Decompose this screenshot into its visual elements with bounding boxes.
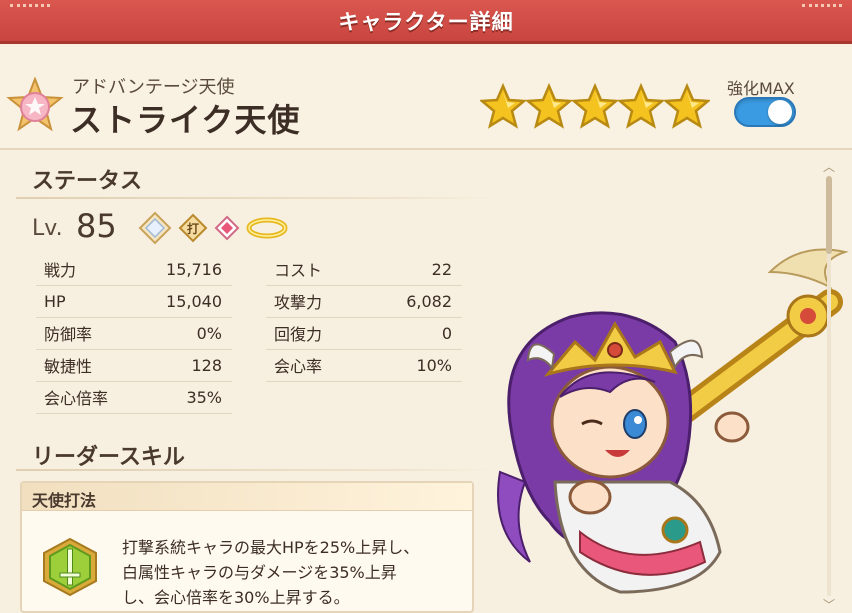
stat-row: コスト 22 [274, 253, 452, 285]
stat-row: 戦力 15,716 [44, 253, 222, 285]
stat-label: 敏捷性 [44, 357, 93, 376]
strike-type-icon: 打 [178, 213, 208, 243]
stat-label: 戦力 [44, 261, 77, 280]
header-decoration-left [10, 4, 50, 38]
level-label: Lv. [32, 216, 63, 241]
stat-value: 6,082 [406, 291, 452, 311]
character-title-area: アドバンテージ天使 ストライク天使 強化MAX [0, 47, 852, 150]
scrollbar[interactable]: ︿ ﹀ [822, 158, 836, 613]
hand [568, 479, 612, 515]
status-panel: ステータス Lv. 85 打 戦力 15,716 HP 15,040 防御率 0… [16, 153, 492, 613]
stat-row: 防御率 0% [44, 317, 222, 349]
pink-gem-icon [214, 215, 240, 241]
stat-label: HP [44, 291, 66, 311]
hand [714, 411, 750, 443]
description-line: 打撃系統キャラの最大HPを25%上昇し、 [122, 538, 420, 557]
header-bar: キャラクター詳細 [0, 0, 852, 44]
stat-value: 35% [186, 387, 222, 407]
scroll-thumb[interactable] [826, 176, 832, 254]
rarity-stars [480, 83, 710, 129]
leader-skill-description: 打撃系統キャラの最大HPを25%上昇し、 白属性キャラの与ダメージを35%上昇 … [122, 535, 419, 610]
pink-star-badge-icon [6, 77, 64, 132]
gold-star-icon [572, 83, 618, 129]
stat-label: 防御率 [44, 325, 93, 344]
stat-label: 攻撃力 [274, 293, 323, 312]
enhance-max-toggle[interactable] [734, 97, 796, 127]
attack-type-label: 打 [187, 221, 199, 236]
enhance-max-label: 強化MAX [727, 79, 795, 98]
page-title: キャラクター詳細 [338, 9, 514, 34]
attribute-badges: 打 [138, 211, 288, 245]
character-illustration [497, 248, 849, 594]
scroll-up-icon[interactable]: ︿ [823, 158, 835, 175]
stat-value: 22 [431, 259, 452, 279]
stat-row: 回復力 0 [274, 317, 452, 349]
face [550, 365, 670, 479]
stat-value: 128 [191, 355, 222, 375]
stat-row: 会心率 10% [274, 349, 452, 381]
stat-label: コスト [274, 261, 323, 280]
section-divider [16, 197, 492, 199]
stat-row: HP 15,040 [44, 285, 222, 317]
leader-skill-box: 天使打法 打撃系統キャラの最大HPを25%上昇し、 白属性キャラの与ダメージを3… [20, 481, 474, 613]
gold-star-icon [618, 83, 664, 129]
leader-skill-name: 天使打法 [22, 483, 472, 511]
gold-star-icon [526, 83, 572, 129]
row-divider [36, 413, 232, 414]
description-line: し、会心倍率を30%上昇する。 [122, 588, 350, 607]
stat-row: 会心倍率 35% [44, 381, 222, 413]
toggle-knob [768, 100, 792, 124]
description-line: 白属性キャラの与ダメージを35%上昇 [122, 563, 397, 582]
character-name: ストライク天使 [70, 101, 301, 139]
stat-value: 15,716 [166, 259, 222, 279]
stat-value: 15,040 [166, 291, 222, 311]
stat-value: 0% [196, 323, 222, 343]
header-decoration-right [802, 4, 842, 38]
gold-star-icon [480, 83, 526, 129]
section-divider [16, 469, 492, 471]
gold-star-icon [664, 83, 710, 129]
stat-value: 10% [416, 355, 452, 375]
stat-label: 回復力 [274, 325, 323, 344]
level-value: 85 [76, 207, 117, 245]
row-divider [266, 381, 462, 382]
scroll-down-icon[interactable]: ﹀ [823, 596, 835, 613]
stat-value: 0 [441, 323, 452, 343]
status-section-title: ステータス [32, 169, 143, 194]
halo-icon [246, 217, 288, 239]
stat-label: 会心倍率 [44, 389, 109, 408]
stat-row: 攻撃力 6,082 [274, 285, 452, 317]
white-element-icon [138, 211, 172, 245]
leader-skill-title: リーダースキル [32, 445, 185, 470]
stat-row: 敏捷性 128 [44, 349, 222, 381]
green-sword-emblem-icon [43, 537, 97, 597]
stat-label: 会心率 [274, 357, 323, 376]
